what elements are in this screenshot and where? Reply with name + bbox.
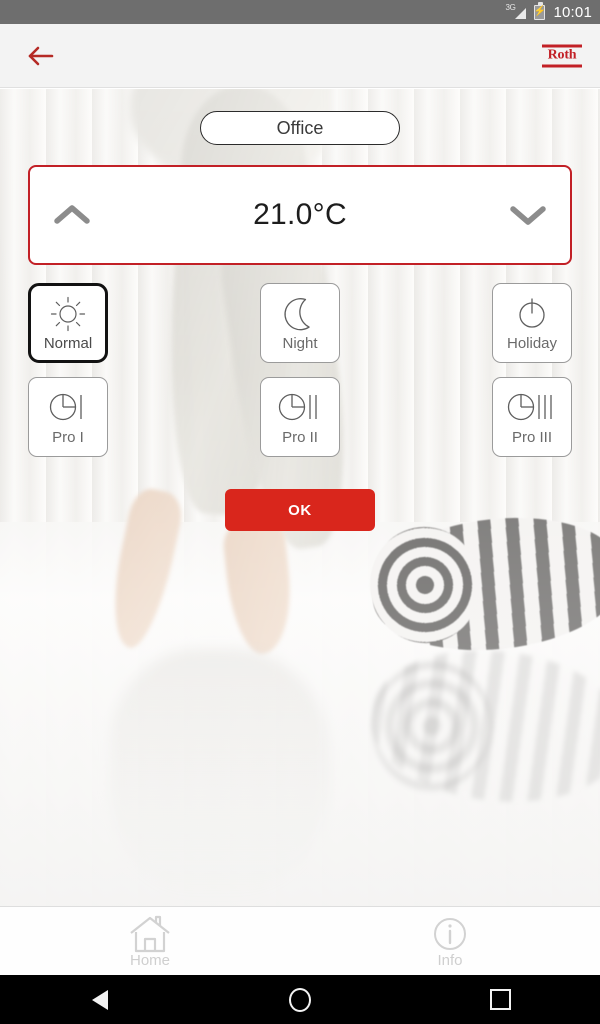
mode-row-bottom: Pro I Pro II Pro III <box>28 377 572 457</box>
room-selector[interactable]: Office <box>200 111 400 145</box>
temperature-decrease-button[interactable] <box>486 167 570 263</box>
temperature-value: 21.0°C <box>253 198 347 231</box>
app-screen: 3G ⚡ 10:01 Roth Office 21.0°C Normal Nig… <box>0 0 600 1024</box>
signal-bars <box>515 8 527 19</box>
sun-icon <box>48 294 88 334</box>
temperature-panel: 21.0°C <box>28 165 572 265</box>
roth-logo-text: Roth <box>547 47 577 63</box>
tab-label-info: Info <box>437 952 463 969</box>
mode-label-night: Night <box>282 335 318 352</box>
bottom-tab-bar: Home Info <box>0 906 600 975</box>
roth-logo: Roth <box>542 44 582 67</box>
back-arrow-icon <box>28 46 54 65</box>
tab-info[interactable]: Info <box>300 907 600 975</box>
mode-button-pro-1[interactable]: Pro I <box>28 377 108 457</box>
android-nav-bar <box>0 975 600 1024</box>
house-icon <box>130 915 170 953</box>
ok-button[interactable]: OK <box>225 489 375 531</box>
signal-3g-icon: 3G <box>505 3 527 20</box>
status-bar: 3G ⚡ 10:01 <box>0 0 600 24</box>
mode-row-top: Normal Night Holiday <box>28 283 572 363</box>
mode-grid: Normal Night Holiday Pro I Pro II Pro II… <box>28 283 572 471</box>
app-header: Roth <box>0 24 600 88</box>
status-icons: 3G ⚡ 10:01 <box>505 2 592 21</box>
mode-button-night[interactable]: Night <box>260 283 340 363</box>
mode-button-normal[interactable]: Normal <box>28 283 108 363</box>
clock-one-icon <box>46 388 90 428</box>
power-icon <box>512 294 552 334</box>
mode-button-holiday[interactable]: Holiday <box>492 283 572 363</box>
mode-label-pro-1: Pro I <box>52 429 84 446</box>
signal-network-label: 3G <box>505 3 516 12</box>
mode-label-holiday: Holiday <box>506 335 558 352</box>
nav-recents-button[interactable] <box>470 975 530 1024</box>
chevron-up-icon <box>54 205 90 224</box>
moon-icon <box>280 294 320 334</box>
clock-two-icon <box>276 388 324 428</box>
battery-bolt: ⚡ <box>533 6 547 17</box>
chevron-down-icon <box>510 206 546 225</box>
mode-button-pro-2[interactable]: Pro II <box>260 377 340 457</box>
status-clock: 10:01 <box>553 3 592 21</box>
clock-three-icon <box>506 388 558 428</box>
room-name-label: Office <box>276 117 324 138</box>
mode-label-pro-3: Pro III <box>511 429 552 446</box>
controls-overlay: Office 21.0°C Normal Night Holiday Pro I… <box>0 89 600 906</box>
nav-home-icon <box>289 987 311 1012</box>
nav-home-button[interactable] <box>270 975 330 1024</box>
tab-home[interactable]: Home <box>0 907 300 975</box>
back-button[interactable] <box>20 35 62 77</box>
nav-back-button[interactable] <box>70 975 130 1024</box>
nav-recents-icon <box>489 989 511 1010</box>
nav-back-icon <box>92 989 108 1010</box>
mode-button-pro-3[interactable]: Pro III <box>492 377 572 457</box>
battery-charging-icon: ⚡ <box>533 2 547 20</box>
mode-label-normal: Normal <box>43 335 93 352</box>
tab-label-home: Home <box>129 952 170 969</box>
content-area: Office 21.0°C Normal Night Holiday Pro I… <box>0 89 600 906</box>
mode-label-pro-2: Pro II <box>282 429 318 446</box>
temperature-increase-button[interactable] <box>30 167 114 263</box>
info-circle-icon <box>434 918 466 950</box>
